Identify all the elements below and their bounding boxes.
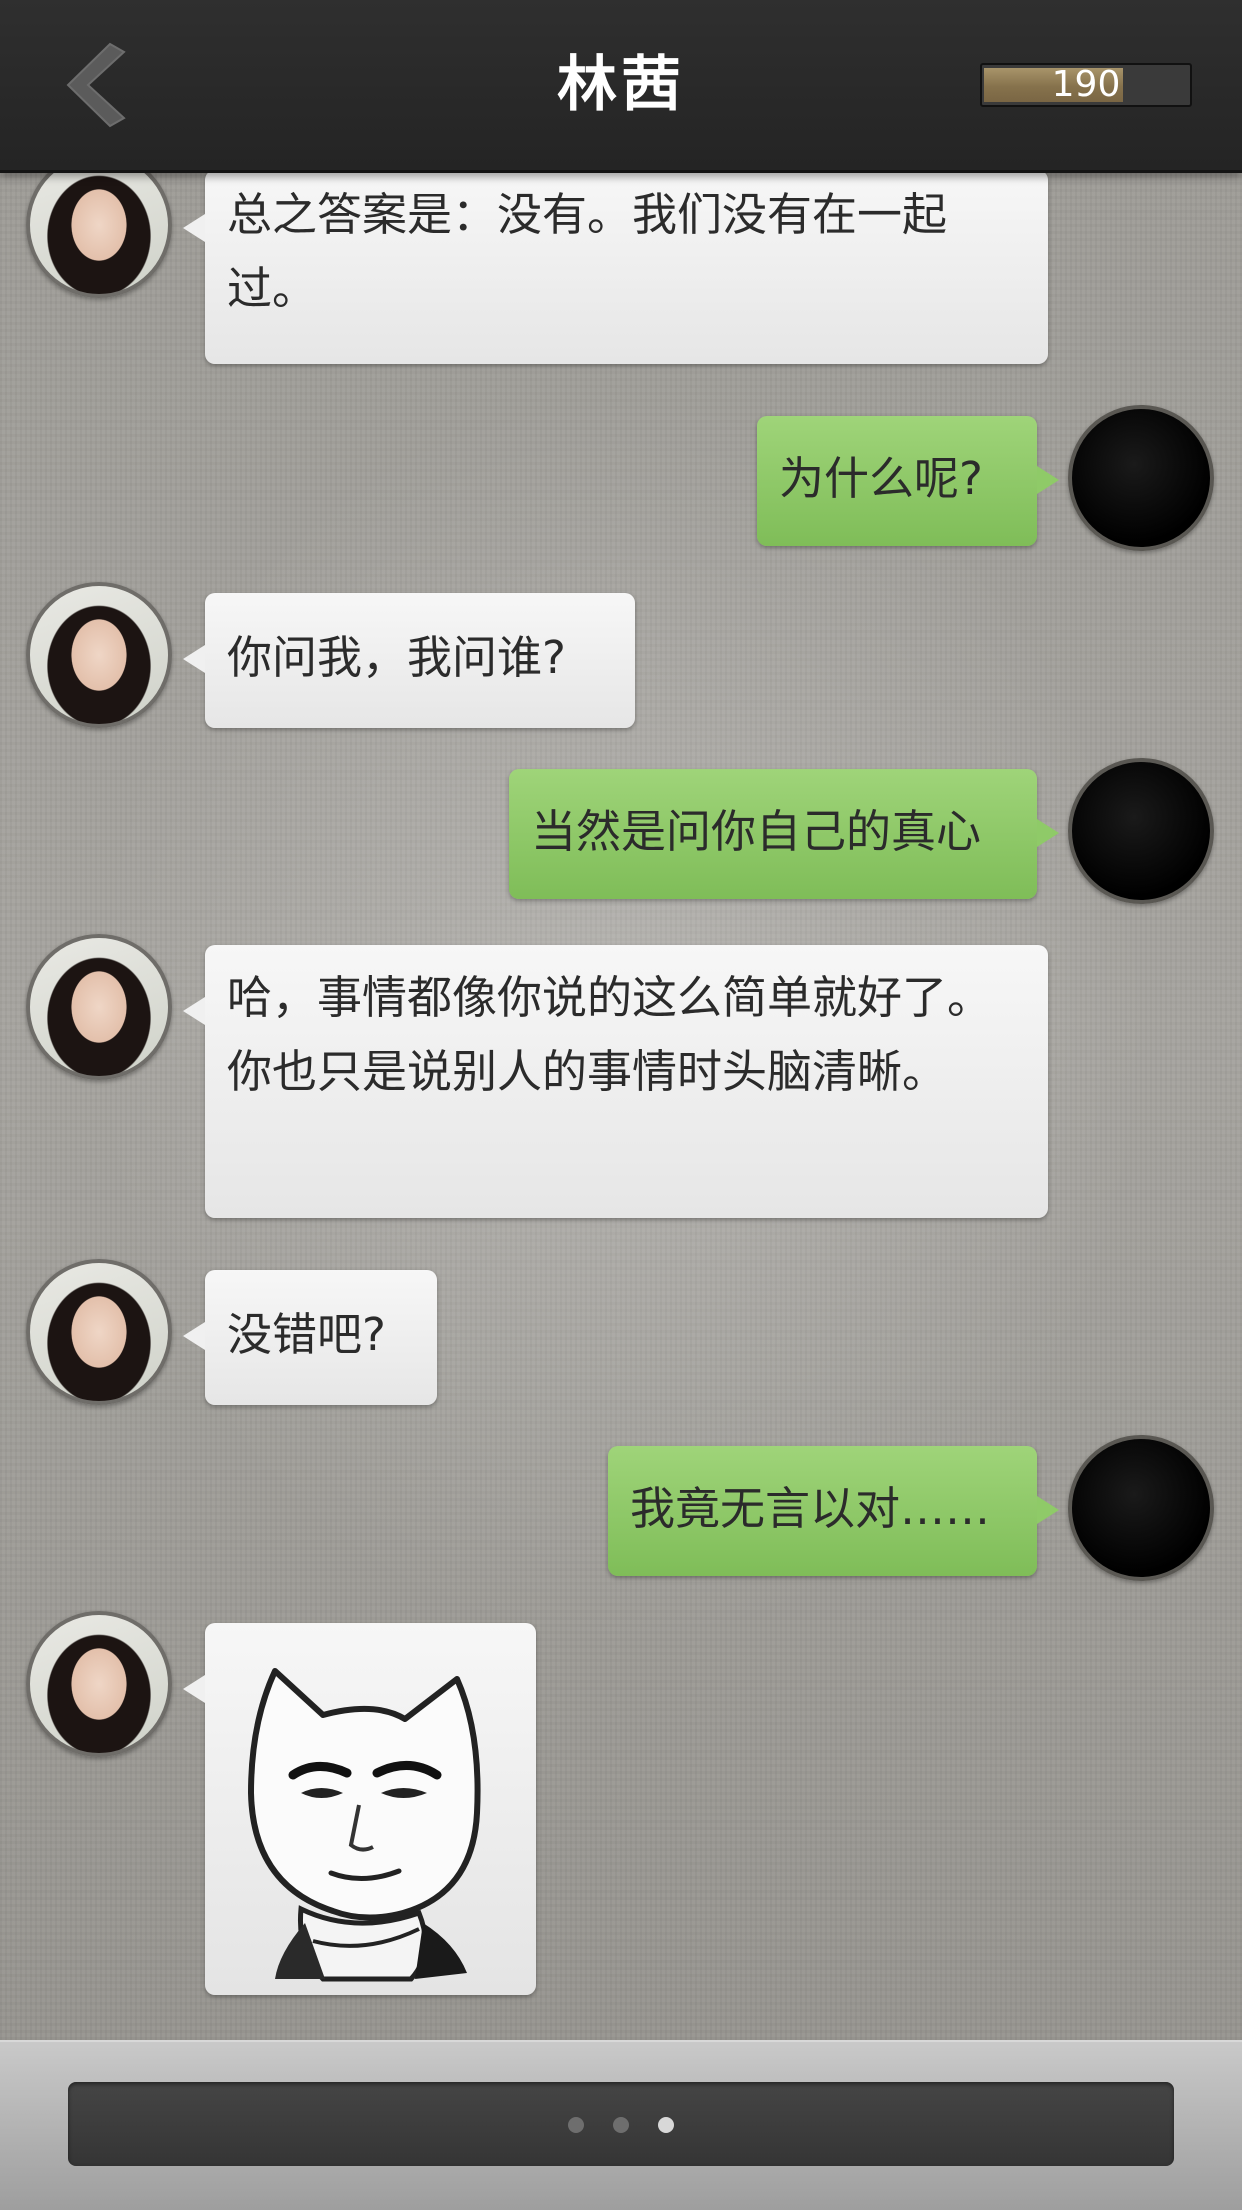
message-bubble-received[interactable]: 总之答案是：没有。我们没有在一起过。	[183, 170, 1048, 364]
message-bubble-sent[interactable]: 为什么呢?	[757, 416, 1059, 546]
score-value: 190	[1051, 64, 1121, 105]
message-bubble-received[interactable]: 哈，事情都像你说的这么简单就好了。你也只是说别人的事情时头脑清晰。	[183, 945, 1048, 1218]
message-bubble-sent[interactable]: 我竟无言以对……	[608, 1446, 1059, 1576]
bubble-tail	[1037, 819, 1059, 847]
message-bubble-sent[interactable]: 当然是问你自己的真心	[509, 769, 1059, 899]
page-dot	[613, 2117, 629, 2133]
top-bar: 林茜 190	[0, 0, 1242, 173]
message-bubble-received[interactable]: 没错吧?	[183, 1270, 437, 1405]
bubble-tail	[183, 997, 205, 1025]
score-meter: 190	[980, 63, 1192, 107]
message-text: 为什么呢?	[779, 452, 983, 505]
bubble-tail	[183, 1675, 205, 1703]
message-text: 当然是问你自己的真心	[531, 805, 982, 858]
player-avatar[interactable]	[1068, 405, 1214, 551]
player-avatar[interactable]	[1068, 758, 1214, 904]
bubble-tail	[183, 1322, 205, 1350]
message-text: 你问我，我问谁?	[227, 631, 566, 684]
reply-options-bar[interactable]	[68, 2082, 1174, 2166]
message-bubble-received[interactable]: 你问我，我问谁?	[183, 593, 635, 728]
bubble-tail	[1037, 466, 1059, 494]
cat-face-meme-sticker	[248, 1668, 481, 1982]
contact-avatar[interactable]	[26, 934, 172, 1080]
message-text: 哈，事情都像你说的这么简单就好了。你也只是说别人的事情时头脑清晰。	[227, 971, 993, 1098]
bubble-tail	[1037, 1496, 1059, 1524]
contact-avatar[interactable]	[26, 152, 172, 298]
contact-avatar[interactable]	[26, 1611, 172, 1757]
message-sticker-received[interactable]	[183, 1623, 536, 1995]
contact-avatar[interactable]	[26, 1259, 172, 1405]
player-avatar[interactable]	[1068, 1435, 1214, 1581]
page-dot-active	[658, 2117, 674, 2133]
contact-avatar[interactable]	[26, 582, 172, 728]
message-text: 总之答案是：没有。我们没有在一起过。	[227, 188, 948, 315]
page-dot	[568, 2117, 584, 2133]
bubble-tail	[183, 645, 205, 673]
message-text: 我竟无言以对……	[630, 1482, 991, 1535]
message-text: 没错吧?	[227, 1308, 386, 1361]
bubble-tail	[183, 214, 205, 242]
